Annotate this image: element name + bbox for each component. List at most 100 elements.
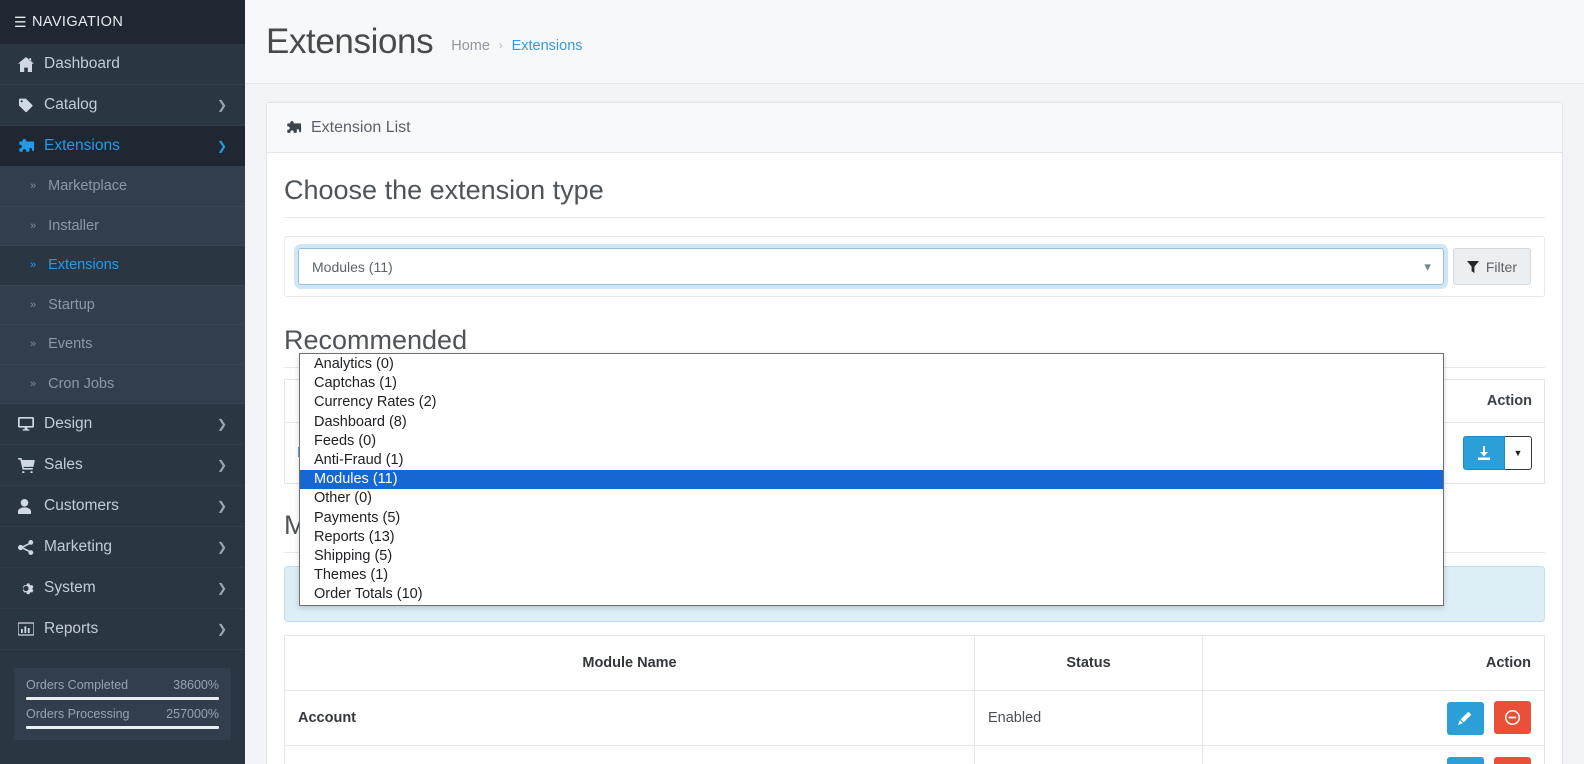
sidebar-item-dashboard[interactable]: Dashboard: [0, 44, 245, 85]
dropdown-option[interactable]: Themes (1): [300, 566, 1443, 585]
double-chevron-icon: »: [30, 219, 37, 232]
modules-col-status: Status: [974, 635, 1203, 691]
extension-type-dropdown-list[interactable]: Analytics (0) Captchas (1) Currency Rates …: [299, 353, 1444, 607]
chevron-down-icon: ❯: [216, 139, 227, 153]
chevron-right-icon: ❯: [216, 417, 227, 431]
sidebar-subitem-marketplace[interactable]: » Marketplace: [0, 167, 245, 207]
chevron-right-icon: ❯: [216, 458, 227, 472]
breadcrumb-item-home[interactable]: Home: [451, 38, 490, 54]
minus-circle-icon[interactable]: [1494, 756, 1531, 764]
sidebar-item-system[interactable]: System ❯: [0, 568, 245, 609]
choose-extension-type-heading: Choose the extension type: [284, 171, 1545, 218]
chevron-right-icon: ❯: [216, 622, 227, 636]
sidebar-item-customers[interactable]: Customers ❯: [0, 486, 245, 527]
sidebar-item-label: Sales: [44, 456, 83, 473]
minus-circle-icon[interactable]: [1494, 701, 1531, 735]
dropdown-option[interactable]: Dashboard (8): [300, 413, 1443, 432]
module-name: Banner: [284, 745, 975, 764]
navigation-header[interactable]: ☰ NAVIGATION: [0, 0, 245, 44]
plus-circle-icon[interactable]: [1446, 756, 1484, 764]
modules-table-wrapper: Module Name Status Action Account Enable…: [284, 635, 1545, 764]
page-header: Extensions Home › Extensions: [245, 0, 1584, 84]
panel-header: Extension List: [267, 103, 1562, 153]
module-status: [974, 745, 1203, 764]
monitor-icon: [18, 417, 44, 431]
sidebar-item-marketing[interactable]: Marketing ❯: [0, 527, 245, 568]
panel-title: Extension List: [311, 118, 411, 136]
sidebar-item-label: Catalog: [44, 96, 98, 113]
module-actions: [1202, 745, 1545, 764]
download-icon[interactable]: [1463, 436, 1505, 470]
stat-value: 38600%: [173, 678, 219, 692]
download-button-group[interactable]: ▼: [1463, 436, 1532, 470]
gear-icon: [18, 581, 44, 596]
dropdown-option[interactable]: Payments (5): [300, 509, 1443, 528]
stat-progress-bar: [26, 726, 219, 729]
chevron-right-icon: ❯: [216, 581, 227, 595]
stat-value: 257000%: [166, 707, 219, 721]
sidebar-subitem-startup[interactable]: » Startup: [0, 285, 245, 325]
page-title: Extensions: [266, 21, 434, 61]
dropdown-option[interactable]: Order Totals (10): [300, 585, 1443, 604]
sidebar-item-extensions[interactable]: Extensions ❯: [0, 126, 245, 167]
table-row: Account Enabled: [284, 690, 1545, 746]
dropdown-option[interactable]: Shipping (5): [300, 547, 1443, 566]
dropdown-option[interactable]: Captchas (1): [300, 374, 1443, 393]
dropdown-option[interactable]: Currency Rates (2): [300, 393, 1443, 412]
sidebar-item-sales[interactable]: Sales ❯: [0, 445, 245, 486]
sidebar-item-design[interactable]: Design ❯: [0, 404, 245, 445]
breadcrumb-item-extensions[interactable]: Extensions: [512, 38, 583, 54]
double-chevron-icon: »: [30, 180, 37, 193]
double-chevron-icon: »: [30, 298, 37, 311]
sidebar-subitem-label: Installer: [48, 217, 99, 234]
dropdown-option[interactable]: Analytics (0): [300, 355, 1443, 374]
modules-col-action: Action: [1202, 635, 1545, 691]
dropdown-option[interactable]: Modules (11): [300, 470, 1443, 490]
stat-orders-completed: Orders Completed 38600%: [26, 678, 219, 700]
sidebar-subitem-label: Extensions: [48, 257, 120, 274]
double-chevron-icon: »: [30, 377, 37, 390]
sidebar-item-label: Reports: [44, 620, 99, 637]
chevron-right-icon: ❯: [216, 540, 227, 554]
home-icon: [18, 56, 44, 72]
table-row: Banner: [284, 745, 1545, 764]
dropdown-option[interactable]: Feeds (0): [300, 432, 1443, 451]
table-header-row: Module Name Status Action: [284, 635, 1545, 691]
dropdown-option[interactable]: Anti-Fraud (1): [300, 451, 1443, 470]
sidebar-item-catalog[interactable]: Catalog ❯: [0, 85, 245, 126]
sidebar-stats: Orders Completed 38600% Orders Processin…: [14, 668, 231, 740]
puzzle-icon: [18, 138, 44, 154]
extension-type-select-wrapper[interactable]: Modules (11) ▾: [298, 248, 1444, 285]
pencil-icon[interactable]: [1446, 701, 1484, 735]
sidebar-subitem-cron-jobs[interactable]: » Cron Jobs: [0, 364, 245, 404]
sidebar-item-label: Customers: [44, 497, 119, 514]
sidebar-item-label: Design: [44, 415, 93, 432]
chevron-right-icon: ❯: [216, 98, 227, 112]
chart-icon: [18, 622, 44, 636]
navigation-header-label: NAVIGATION: [31, 14, 124, 30]
double-chevron-icon: »: [30, 259, 37, 272]
caret-down-icon[interactable]: ▼: [1505, 436, 1532, 470]
tag-icon: [18, 98, 44, 113]
module-status: Enabled: [974, 690, 1203, 746]
module-actions: [1202, 690, 1545, 746]
dropdown-option[interactable]: Reports (13): [300, 528, 1443, 547]
sidebar-subitem-label: Events: [48, 336, 93, 353]
puzzle-icon: [286, 120, 302, 135]
sidebar-item-reports[interactable]: Reports ❯: [0, 609, 245, 650]
dropdown-option[interactable]: Other (0): [300, 489, 1443, 508]
extension-type-filter-well: Modules (11) ▾ Filter: [284, 236, 1545, 297]
cart-icon: [18, 457, 44, 473]
sidebar-subitem-extensions[interactable]: » Extensions: [0, 246, 245, 286]
funnel-icon: [1466, 260, 1479, 273]
breadcrumb-separator-icon: ›: [498, 40, 503, 52]
filter-button[interactable]: Filter: [1452, 248, 1531, 285]
sidebar-item-label: Marketing: [44, 538, 113, 555]
extension-type-select[interactable]: Modules (11): [298, 248, 1444, 285]
sidebar-subitem-installer[interactable]: » Installer: [0, 206, 245, 246]
sidebar-item-label: System: [44, 579, 96, 596]
hamburger-icon[interactable]: ☰: [14, 14, 27, 31]
sidebar-subitem-events[interactable]: » Events: [0, 325, 245, 365]
sidebar: ☰ NAVIGATION Dashboard Catalog ❯ Extensi…: [0, 0, 245, 764]
stat-orders-processing: Orders Processing 257000%: [26, 707, 219, 729]
